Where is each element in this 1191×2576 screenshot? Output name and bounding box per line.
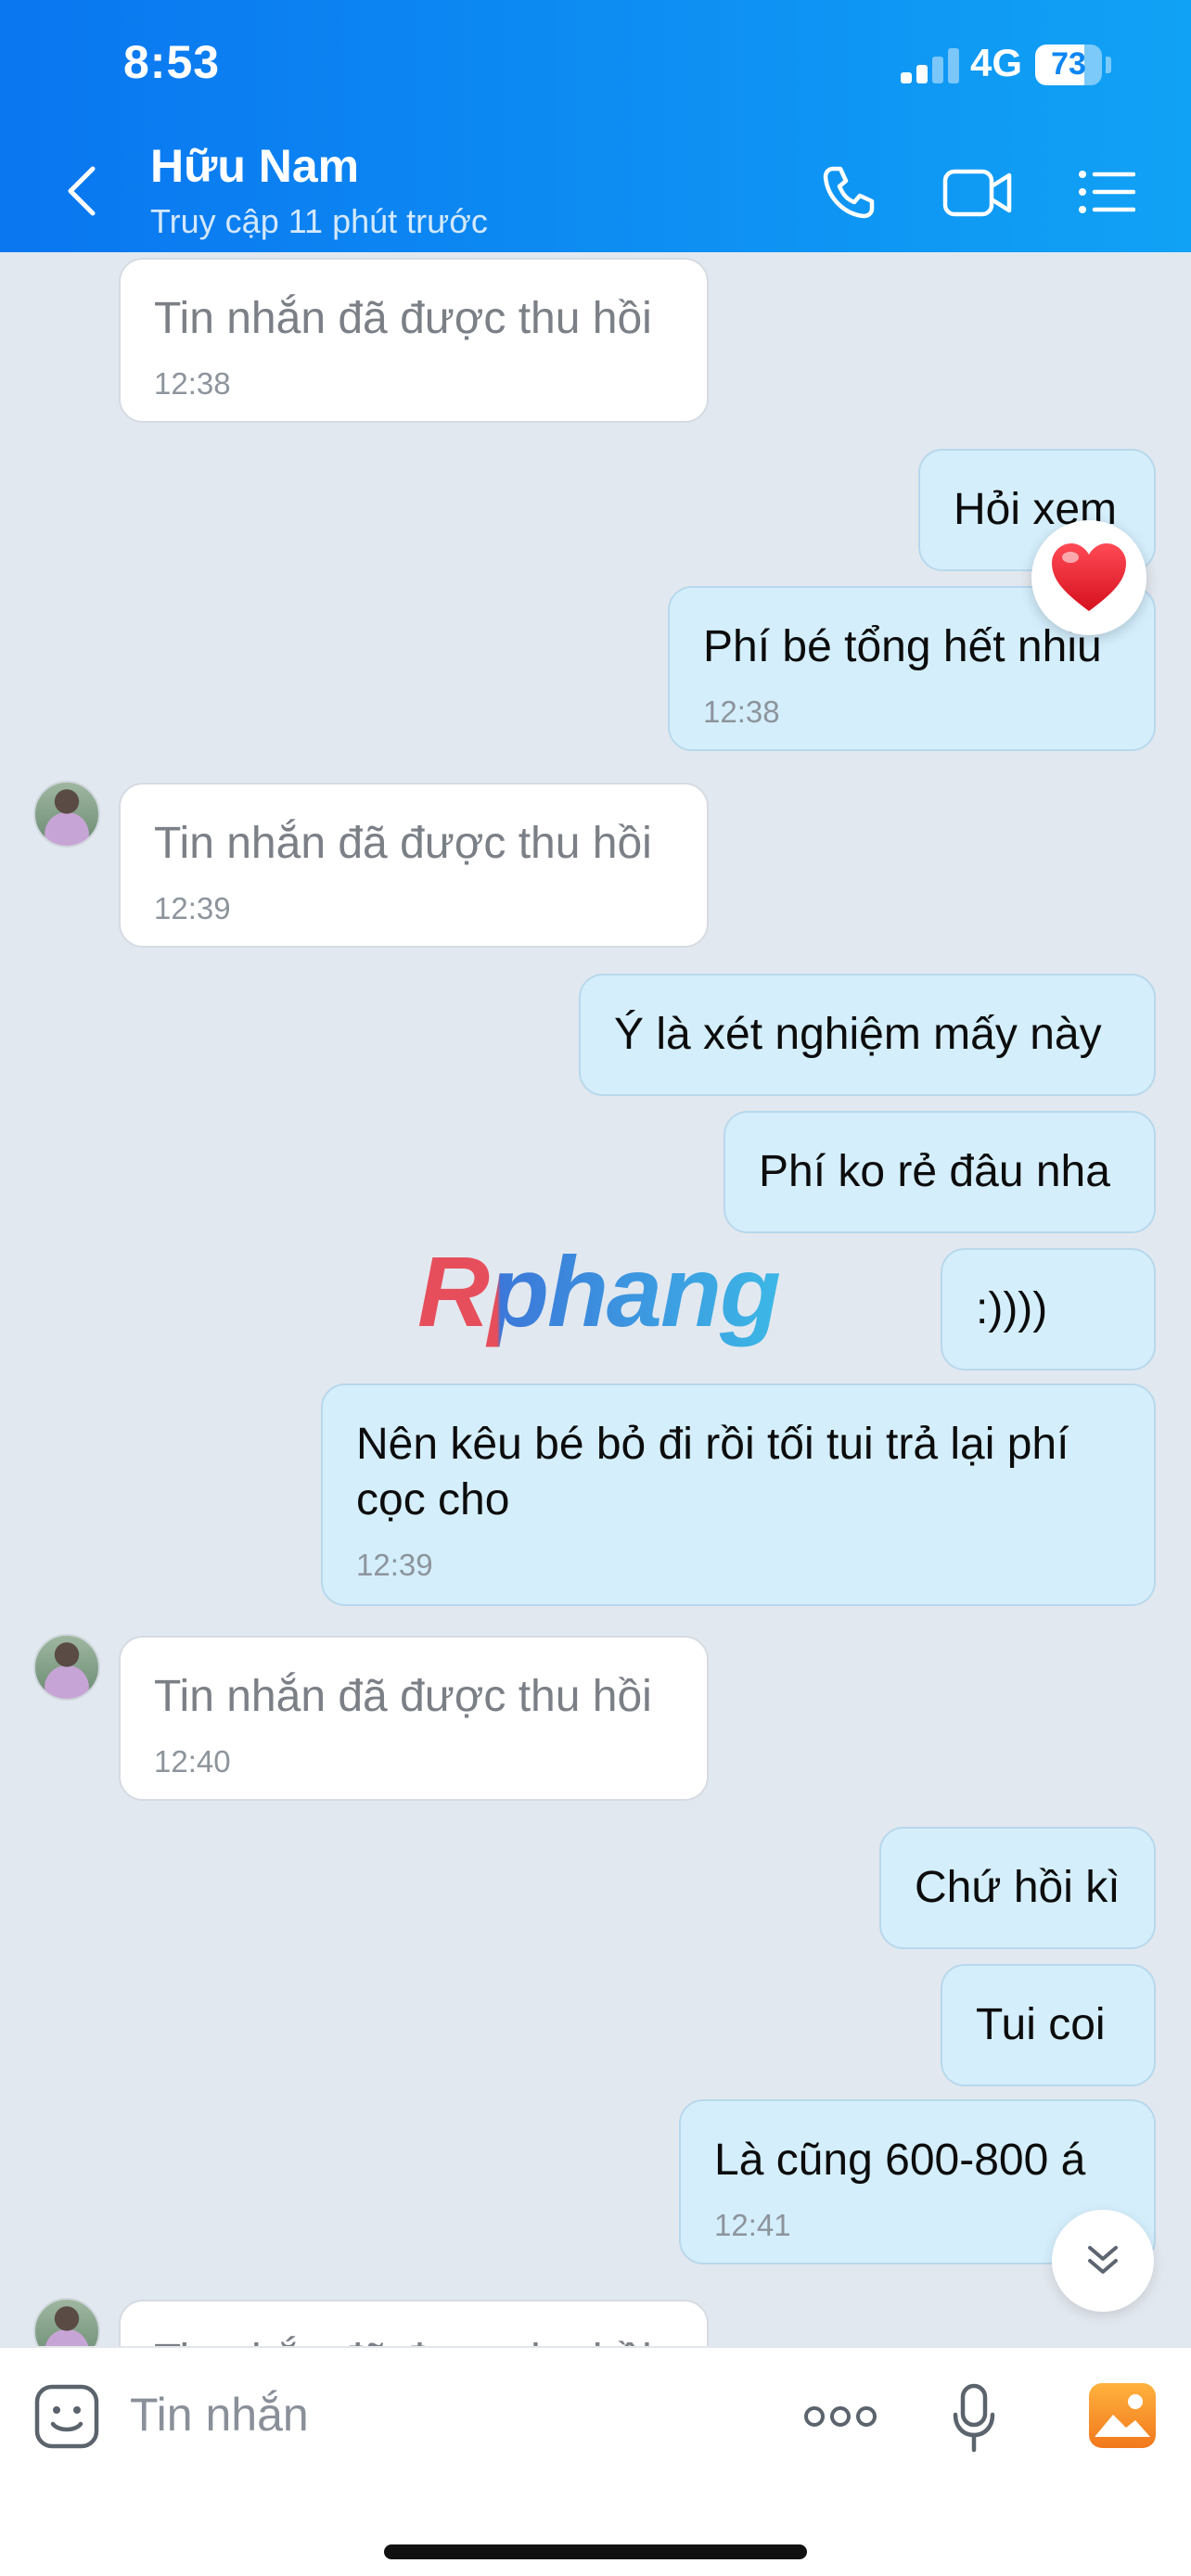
heart-icon — [1052, 543, 1126, 611]
message-text: Tin nhắn đã được thu hồi — [154, 294, 652, 343]
battery-icon: 73 — [1035, 45, 1102, 85]
message-input-bar — [0, 2346, 1191, 2576]
status-time: 8:53 — [123, 36, 221, 88]
microphone-icon[interactable] — [952, 2383, 996, 2458]
message-text: Nên kêu bé bỏ đi rồi tối tui trả lại phí… — [356, 1420, 1069, 1524]
home-indicator — [384, 2544, 807, 2559]
menu-list-icon[interactable] — [1078, 169, 1136, 220]
heart-reaction[interactable] — [1031, 520, 1146, 635]
sent-message[interactable]: Chứ hồi kì — [879, 1827, 1156, 1949]
scroll-to-bottom-button[interactable] — [1052, 2210, 1154, 2312]
recalled-message[interactable]: Tin nhắn đã được thu hồi 12:39 — [119, 783, 709, 948]
avatar[interactable] — [33, 1634, 100, 1701]
message-text: :)))) — [976, 1284, 1048, 1333]
video-call-icon[interactable] — [942, 167, 1013, 223]
message-text: Tin nhắn đã được thu hồi — [154, 819, 652, 868]
message-text: Là cũng 600-800 á — [714, 2136, 1086, 2185]
double-chevron-down-icon — [1088, 2246, 1118, 2274]
battery-level: 73 — [1051, 46, 1086, 82]
contact-name[interactable]: Hữu Nam — [150, 139, 359, 193]
chat-header: 8:53 4G 73 Hữu Nam Truy cập 11 phút trướ… — [0, 0, 1191, 252]
sent-message[interactable]: Tui coi — [941, 1964, 1156, 2086]
network-type: 4G — [970, 41, 1023, 84]
message-time: 12:38 — [703, 695, 780, 729]
back-arrow-icon[interactable] — [59, 158, 102, 223]
message-time: 12:39 — [154, 891, 231, 925]
battery-tip — [1106, 57, 1111, 73]
recalled-message[interactable]: Tin nhắn đã được thu hồi 12:40 — [119, 1636, 709, 1801]
message-time: 12:40 — [154, 1744, 231, 1779]
sent-message[interactable]: Nên kêu bé bỏ đi rồi tối tui trả lại phí… — [321, 1384, 1156, 1606]
message-text: Ý là xét nghiệm mấy này — [614, 1010, 1102, 1059]
message-text: Tui coi — [976, 2000, 1106, 2049]
message-text: Phí bé tổng hết nhiu — [703, 622, 1102, 671]
sent-message[interactable]: Ý là xét nghiệm mấy này — [579, 974, 1156, 1096]
sent-message[interactable]: :)))) — [941, 1248, 1156, 1371]
recalled-message[interactable]: Tin nhắn đã được thu hồi 12:38 — [119, 258, 709, 423]
message-text: Phí ko rẻ đâu nha — [759, 1147, 1110, 1196]
message-text: Chứ hồi kì — [915, 1863, 1121, 1912]
message-input[interactable] — [130, 2378, 724, 2452]
message-time: 12:38 — [154, 366, 231, 401]
sent-message[interactable]: Phí ko rẻ đâu nha — [724, 1111, 1156, 1233]
last-seen-status: Truy cập 11 phút trước — [150, 202, 488, 240]
sticker-emoji-icon[interactable] — [33, 2383, 100, 2455]
cellular-signal-icon — [901, 48, 960, 83]
message-time: 12:39 — [356, 1548, 433, 1582]
phone-call-icon[interactable] — [820, 163, 877, 225]
photo-gallery-icon[interactable] — [1087, 2381, 1158, 2455]
avatar[interactable] — [33, 781, 100, 848]
watermark-logo: Rphang — [417, 1235, 781, 1347]
more-options-icon[interactable] — [803, 2404, 877, 2434]
message-text: Tin nhắn đã được thu hồi — [154, 1672, 652, 1721]
message-time: 12:41 — [714, 2208, 791, 2242]
